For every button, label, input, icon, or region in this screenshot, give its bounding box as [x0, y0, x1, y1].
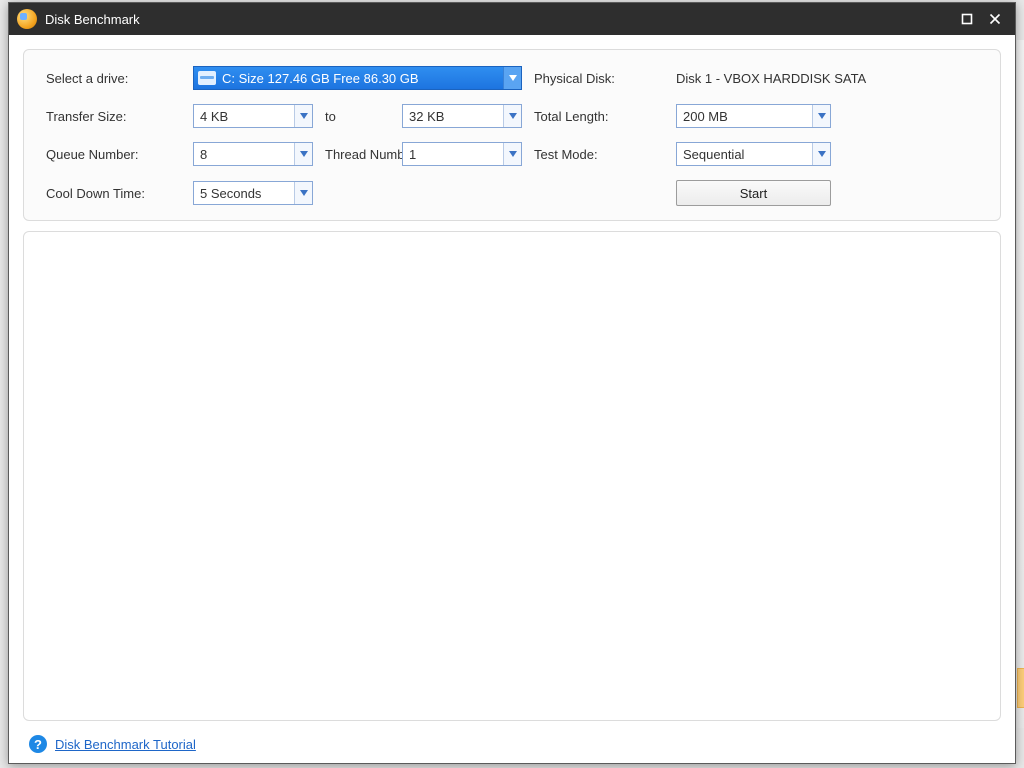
- chevron-down-icon: [812, 143, 830, 165]
- total-length-label: Total Length:: [534, 109, 664, 124]
- drive-select[interactable]: C: Size 127.46 GB Free 86.30 GB: [193, 66, 522, 90]
- help-icon: ?: [29, 735, 47, 753]
- background-window-edge: [1017, 40, 1024, 728]
- settings-panel: Select a drive: C: Size 127.46 GB Free 8…: [23, 49, 1001, 221]
- total-length-select[interactable]: 200 MB: [676, 104, 831, 128]
- thread-number-select[interactable]: 1: [402, 142, 522, 166]
- physical-disk-value: Disk 1 - VBOX HARDDISK SATA: [676, 71, 841, 86]
- start-button[interactable]: Start: [676, 180, 831, 206]
- test-mode-select[interactable]: Sequential: [676, 142, 831, 166]
- queue-number-label: Queue Number:: [46, 147, 181, 162]
- chevron-down-icon: [503, 67, 521, 89]
- thread-number-label: Thread Number:: [325, 147, 390, 162]
- footer: ? Disk Benchmark Tutorial: [23, 731, 1001, 755]
- close-button[interactable]: [981, 7, 1009, 31]
- transfer-size-label: Transfer Size:: [46, 109, 181, 124]
- physical-disk-label: Physical Disk:: [534, 71, 664, 86]
- cooldown-value: 5 Seconds: [194, 186, 294, 201]
- queue-number-value: 8: [194, 147, 294, 162]
- drive-icon: [198, 71, 216, 85]
- transfer-size-from-select[interactable]: 4 KB: [193, 104, 313, 128]
- chevron-down-icon: [812, 105, 830, 127]
- chevron-down-icon: [294, 182, 312, 204]
- tutorial-link[interactable]: Disk Benchmark Tutorial: [55, 737, 196, 752]
- results-panel: [23, 231, 1001, 721]
- disk-benchmark-window: Disk Benchmark Select a drive: C: Size 1…: [8, 2, 1016, 764]
- transfer-from-value: 4 KB: [194, 109, 294, 124]
- test-mode-label: Test Mode:: [534, 147, 664, 162]
- app-icon: [17, 9, 37, 29]
- chevron-down-icon: [294, 143, 312, 165]
- drive-select-value: C: Size 127.46 GB Free 86.30 GB: [216, 71, 503, 86]
- window-title: Disk Benchmark: [45, 12, 953, 27]
- background-accent-sliver: [1017, 668, 1024, 708]
- chevron-down-icon: [294, 105, 312, 127]
- total-length-value: 200 MB: [677, 109, 812, 124]
- window-body: Select a drive: C: Size 127.46 GB Free 8…: [9, 35, 1015, 763]
- test-mode-value: Sequential: [677, 147, 812, 162]
- maximize-button[interactable]: [953, 7, 981, 31]
- cooldown-select[interactable]: 5 Seconds: [193, 181, 313, 205]
- maximize-icon: [961, 13, 973, 25]
- transfer-to-label: to: [325, 109, 390, 124]
- close-icon: [989, 13, 1001, 25]
- drive-label: Select a drive:: [46, 71, 181, 86]
- cooldown-label: Cool Down Time:: [46, 186, 181, 201]
- transfer-size-to-select[interactable]: 32 KB: [402, 104, 522, 128]
- queue-number-select[interactable]: 8: [193, 142, 313, 166]
- titlebar: Disk Benchmark: [9, 3, 1015, 35]
- transfer-to-value: 32 KB: [403, 109, 503, 124]
- thread-number-value: 1: [403, 147, 503, 162]
- chevron-down-icon: [503, 143, 521, 165]
- chevron-down-icon: [503, 105, 521, 127]
